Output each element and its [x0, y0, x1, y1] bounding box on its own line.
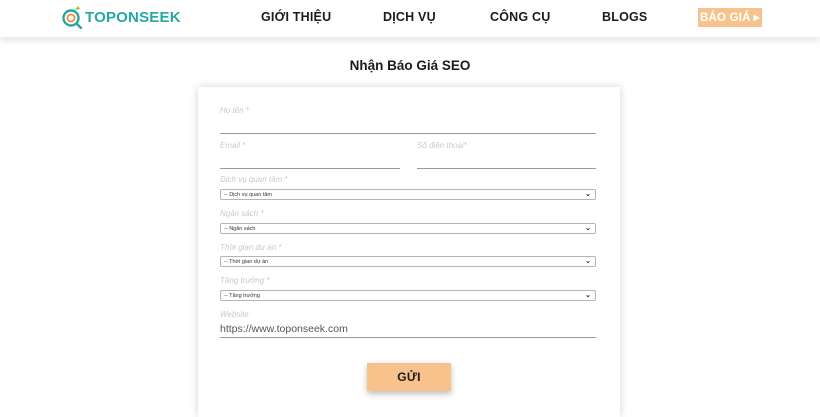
phone-label: Số điện thoại* [417, 141, 467, 150]
chevron-down-icon: ⌄ [585, 225, 591, 232]
service-label: Dịch vụ quan tâm * [220, 175, 288, 184]
growth-select-value: -- Tăng trưởng [224, 292, 260, 299]
nav-cong-cu[interactable]: CÔNG CỤ [490, 10, 550, 24]
timeline-label: Thời gian dự án * [220, 243, 282, 252]
page-title: Nhận Báo Giá SEO [349, 58, 471, 73]
timeline-select[interactable]: -- Thời gian dự án ⌄ [220, 256, 596, 267]
quote-button-label: BÁO GIÁ [700, 11, 751, 24]
submit-button[interactable]: GỬI [367, 363, 451, 391]
website-underline [220, 337, 596, 338]
phone-field[interactable] [417, 168, 596, 169]
nav-gioi-thieu[interactable]: GIỚI THIỆU [261, 10, 331, 24]
growth-select[interactable]: -- Tăng trưởng ⌄ [220, 290, 596, 301]
website-label: Website [220, 310, 249, 319]
growth-label: Tăng trưởng * [220, 276, 270, 285]
name-field[interactable] [220, 133, 596, 134]
chevron-down-icon: ⌄ [585, 191, 591, 198]
chevron-down-icon: ⌄ [585, 292, 591, 299]
budget-label: Ngân sách * [220, 209, 264, 218]
chevron-down-icon: ⌄ [585, 258, 591, 265]
quote-form: Họ tên * Email * Số điện thoại* Dịch vụ … [198, 87, 620, 417]
email-label: Email * [220, 141, 246, 150]
site-logo[interactable]: TOPONSEEK [61, 4, 181, 30]
quote-button[interactable]: BÁO GIÁ ▶ [698, 8, 762, 27]
nav-blogs[interactable]: BLOGS [602, 10, 647, 24]
name-label: Họ tên * [220, 106, 249, 115]
timeline-select-value: -- Thời gian dự án [224, 258, 269, 265]
budget-select-value: -- Ngân sách [224, 225, 256, 232]
email-field[interactable] [220, 168, 400, 169]
site-header: TOPONSEEK GIỚI THIỆU DỊCH VỤ CÔNG CỤ BLO… [0, 0, 820, 38]
logo-wordmark: TOPONSEEK [85, 8, 181, 26]
triangle-right-icon: ▶ [753, 13, 760, 22]
service-select[interactable]: -- Dịch vụ quan tâm ⌄ [220, 189, 596, 200]
website-field[interactable]: https://www.toponseek.com [220, 323, 348, 335]
budget-select[interactable]: -- Ngân sách ⌄ [220, 223, 596, 234]
service-select-value: -- Dịch vụ quan tâm [224, 191, 272, 198]
magnifier-logo-icon [61, 5, 83, 29]
nav-dich-vu[interactable]: DỊCH VỤ [383, 10, 436, 24]
